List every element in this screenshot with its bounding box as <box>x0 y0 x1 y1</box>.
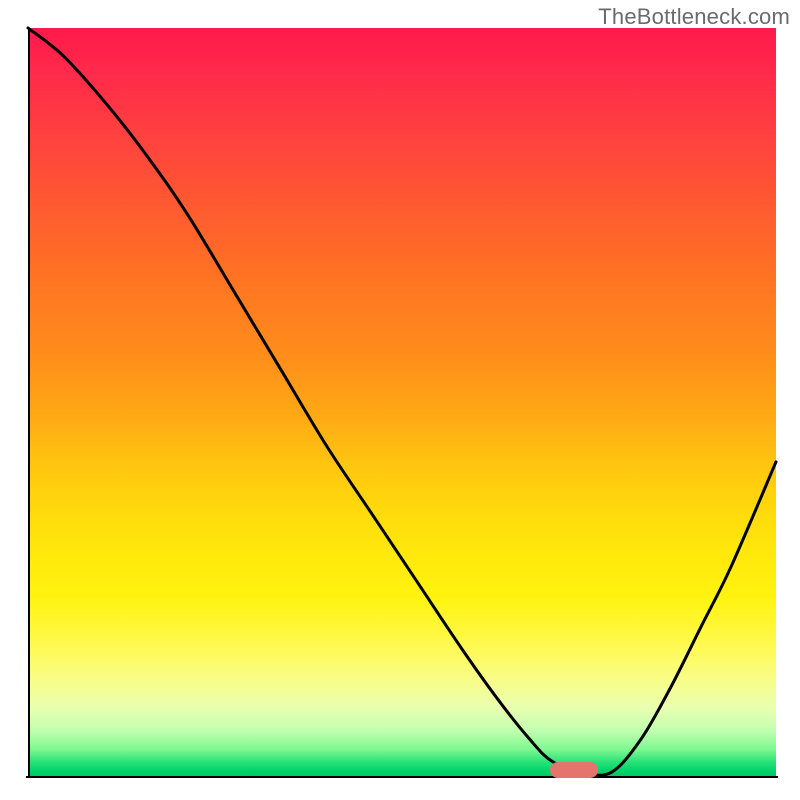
x-axis-line <box>26 776 778 778</box>
chart-root: TheBottleneck.com <box>0 0 800 800</box>
bottleneck-curve-path <box>28 28 776 775</box>
curve-svg <box>28 28 776 776</box>
optimum-marker <box>550 762 598 778</box>
watermark-text: TheBottleneck.com <box>598 4 790 30</box>
